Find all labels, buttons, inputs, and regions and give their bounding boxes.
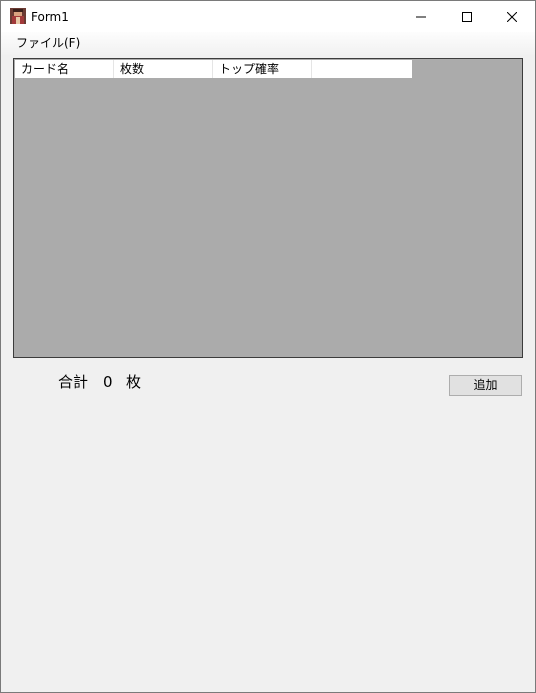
total-count: 0 xyxy=(103,373,113,391)
maximize-button[interactable] xyxy=(444,1,490,32)
maximize-icon xyxy=(462,11,472,22)
column-header-extra[interactable] xyxy=(312,60,412,78)
add-button[interactable]: 追加 xyxy=(449,375,522,396)
column-header-top-probability[interactable]: トップ確率 xyxy=(213,60,312,78)
window-title: Form1 xyxy=(31,10,69,24)
grid-header-row: カード名 枚数 トップ確率 xyxy=(15,60,412,78)
column-header-card-name[interactable]: カード名 xyxy=(15,60,114,78)
close-icon xyxy=(507,11,517,22)
minimize-button[interactable] xyxy=(398,1,444,32)
main-window: Form1 ファイル(F) カード名 枚数 トップ確率 合計 0 枚 追加 xyxy=(0,0,536,693)
minimize-icon xyxy=(416,16,426,17)
total-label: 合計 xyxy=(58,373,89,391)
close-button[interactable] xyxy=(489,1,535,32)
card-grid[interactable]: カード名 枚数 トップ確率 xyxy=(13,58,523,358)
total-unit: 枚 xyxy=(126,373,142,391)
menu-file[interactable]: ファイル(F) xyxy=(11,36,85,51)
menu-bar: ファイル(F) xyxy=(1,32,535,55)
card-character-icon xyxy=(10,8,26,24)
title-bar[interactable]: Form1 xyxy=(1,1,535,32)
column-header-count[interactable]: 枚数 xyxy=(114,60,213,78)
